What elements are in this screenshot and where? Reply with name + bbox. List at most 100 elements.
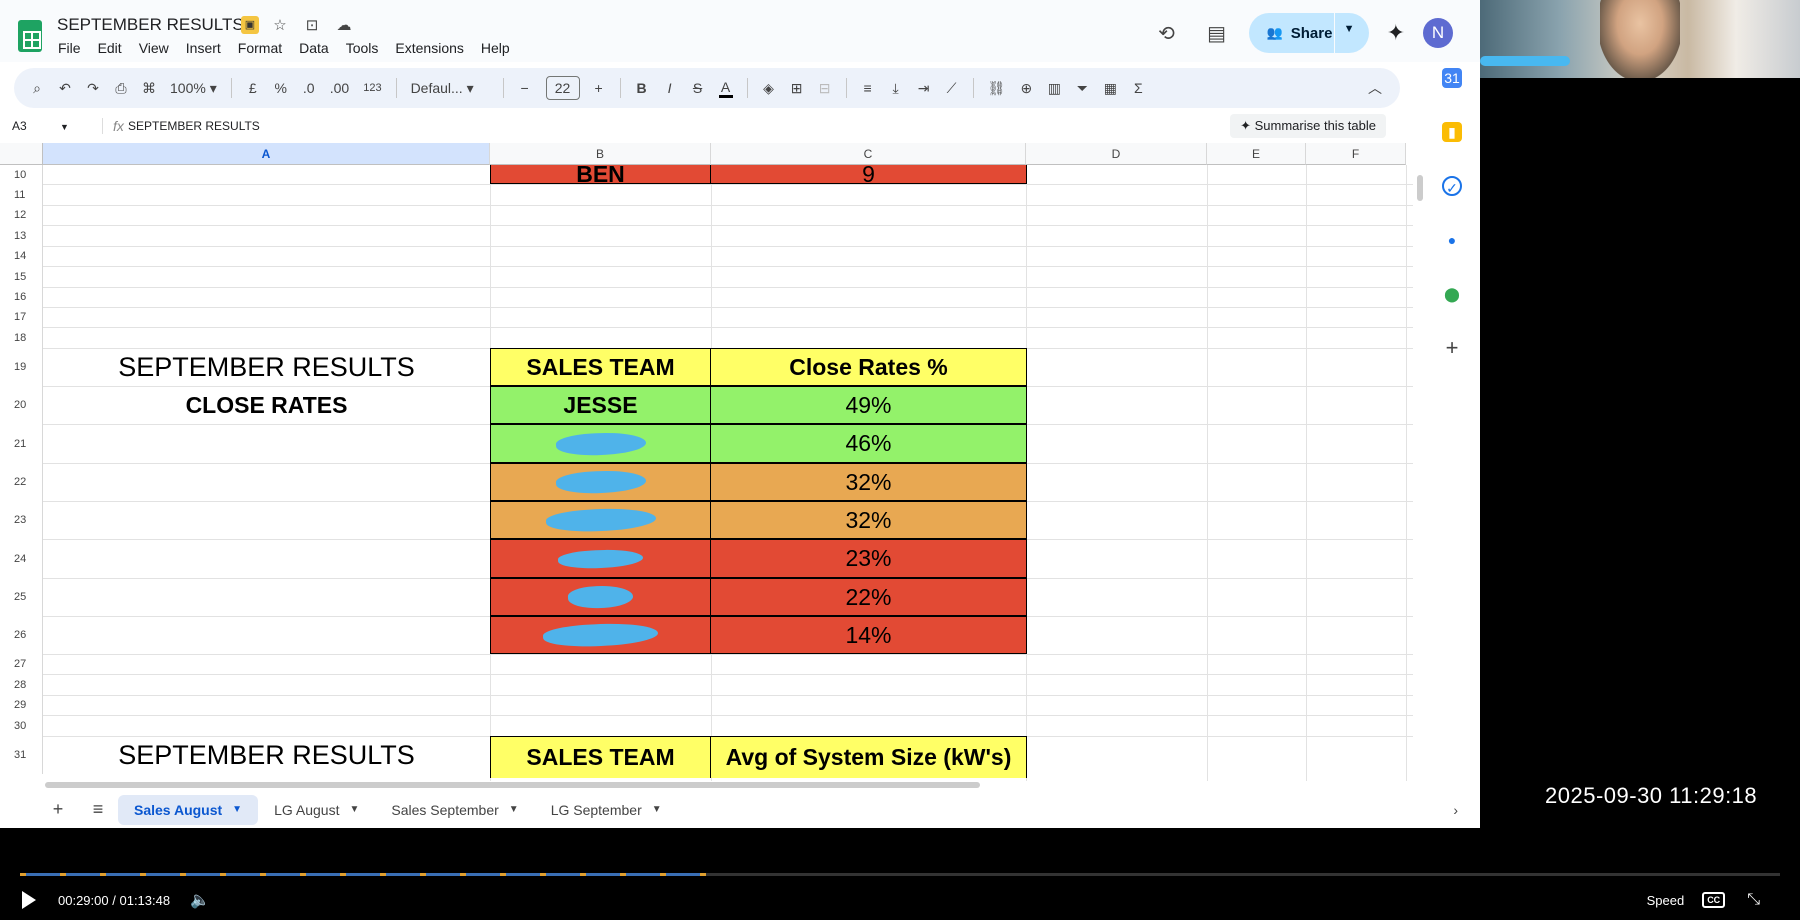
font-select[interactable]: Defaul... ▾ xyxy=(411,80,491,97)
horizontal-align-icon[interactable]: ≡ xyxy=(861,80,875,96)
strikethrough-button[interactable]: S xyxy=(691,80,705,96)
keep-icon[interactable]: ▮ xyxy=(1442,122,1462,142)
row-header[interactable]: 23 xyxy=(0,501,43,539)
redo-icon[interactable]: ↷ xyxy=(86,80,100,97)
block1-header-metric[interactable]: Close Rates % xyxy=(710,348,1027,386)
zoom-select[interactable]: 100% ▾ xyxy=(170,80,217,97)
block1-close-rate[interactable]: 49% xyxy=(710,386,1027,424)
merge-cells-icon[interactable]: ⊟ xyxy=(818,80,832,97)
block1-header-team[interactable]: SALES TEAM xyxy=(490,348,711,386)
row-header[interactable]: 29 xyxy=(0,695,43,715)
tab-menu-icon[interactable]: ▼ xyxy=(509,804,519,815)
video-progress-bar[interactable] xyxy=(20,873,1780,876)
decrease-decimal-button[interactable]: .0 xyxy=(302,80,316,96)
vertical-align-icon[interactable]: ⤓ xyxy=(889,80,903,97)
formula-input[interactable]: SEPTEMBER RESULTS xyxy=(128,119,1230,133)
version-history-icon[interactable]: ⟲ xyxy=(1149,15,1185,51)
insert-link-icon[interactable]: ⛓ xyxy=(988,80,1006,97)
speed-button[interactable]: Speed xyxy=(1647,893,1685,908)
drive-badge-icon[interactable]: ▣ xyxy=(241,16,259,34)
add-sheet-icon[interactable]: + xyxy=(38,799,78,820)
borders-icon[interactable]: ⊞ xyxy=(790,80,804,97)
volume-icon[interactable]: 🔈 xyxy=(190,890,210,910)
all-sheets-icon[interactable]: ≡ xyxy=(78,799,118,820)
print-icon[interactable]: ⎙ xyxy=(114,80,128,97)
tab-lg-september[interactable]: LG September ▼ xyxy=(535,795,678,825)
row-header[interactable]: 11 xyxy=(0,184,43,205)
row-header[interactable]: 17 xyxy=(0,307,43,327)
move-folder-icon[interactable]: ⊡ xyxy=(301,16,323,34)
block2-header-metric[interactable]: Avg of System Size (kW's) xyxy=(710,736,1027,778)
row-header[interactable]: 26 xyxy=(0,616,43,654)
row-header[interactable]: 13 xyxy=(0,225,43,246)
tab-lg-august[interactable]: LG August ▼ xyxy=(258,795,375,825)
font-size-input[interactable]: 22 xyxy=(545,76,580,100)
block1-team-name-redacted[interactable] xyxy=(490,463,711,501)
row-header[interactable]: 14 xyxy=(0,246,43,266)
font-size-decrease-button[interactable]: − xyxy=(518,80,532,96)
more-formats-button[interactable]: 123 xyxy=(363,82,381,94)
block1-team-name-redacted[interactable] xyxy=(490,424,711,463)
tab-menu-icon[interactable]: ▼ xyxy=(652,804,662,815)
contacts-icon[interactable]: ● xyxy=(1442,230,1462,250)
block1-close-rate[interactable]: 14% xyxy=(710,616,1027,654)
row-header[interactable]: 31 xyxy=(0,736,43,774)
cloud-status-icon[interactable]: ☁ xyxy=(333,16,355,34)
row-header[interactable]: 22 xyxy=(0,463,43,501)
row-header[interactable]: 18 xyxy=(0,327,43,348)
block1-close-rate[interactable]: 23% xyxy=(710,539,1027,578)
block1-close-rate[interactable]: 32% xyxy=(710,501,1027,539)
row-header[interactable]: 21 xyxy=(0,424,43,463)
summarise-table-button[interactable]: ✦ Summarise this table xyxy=(1230,114,1386,138)
chevron-right-icon[interactable]: › xyxy=(1453,802,1458,818)
search-menus-icon[interactable]: ⌕ xyxy=(30,80,44,97)
row-header[interactable]: 27 xyxy=(0,654,43,674)
menu-data[interactable]: Data xyxy=(299,40,329,56)
tab-sales-august[interactable]: Sales August ▼ xyxy=(118,794,259,825)
tab-sales-september[interactable]: Sales September ▼ xyxy=(375,795,534,825)
block2-title[interactable]: SEPTEMBER RESULTS xyxy=(43,736,490,774)
tasks-icon[interactable]: ✓ xyxy=(1442,176,1462,196)
avatar[interactable]: N xyxy=(1423,18,1453,48)
vertical-scrollbar[interactable] xyxy=(1417,175,1423,201)
block1-team-name-redacted[interactable] xyxy=(490,578,711,616)
gemini-spark-icon[interactable]: ✦ xyxy=(1387,20,1405,46)
block1-close-rate[interactable]: 32% xyxy=(710,463,1027,501)
column-header-b[interactable]: B xyxy=(490,143,711,165)
calendar-icon[interactable]: 31 xyxy=(1442,68,1462,88)
captions-button[interactable]: CC xyxy=(1702,892,1726,908)
undo-icon[interactable]: ↶ xyxy=(58,80,72,97)
menu-insert[interactable]: Insert xyxy=(186,40,221,56)
document-title[interactable]: SEPTEMBER RESULTS xyxy=(57,15,244,35)
menu-file[interactable]: File xyxy=(58,40,81,56)
column-header-c[interactable]: C xyxy=(711,143,1026,165)
filter-icon[interactable]: ⏷ xyxy=(1075,80,1089,97)
block1-close-rate[interactable]: 46% xyxy=(710,424,1027,463)
text-color-button[interactable]: A xyxy=(718,79,733,98)
block1-close-rate[interactable]: 22% xyxy=(710,578,1027,616)
play-icon[interactable] xyxy=(22,891,36,909)
menu-tools[interactable]: Tools xyxy=(346,40,379,56)
sheets-logo-icon[interactable] xyxy=(18,20,42,52)
column-header-d[interactable]: D xyxy=(1026,143,1207,165)
cell-c10[interactable]: 9 xyxy=(710,165,1027,184)
spreadsheet-grid[interactable]: A B C D E F 10 11 12 13 14 15 16 17 18 1… xyxy=(0,143,1420,781)
row-header[interactable]: 25 xyxy=(0,578,43,616)
block2-header-team[interactable]: SALES TEAM xyxy=(490,736,711,778)
collapse-toolbar-icon[interactable]: ︿ xyxy=(1368,78,1382,98)
menu-edit[interactable]: Edit xyxy=(98,40,122,56)
star-icon[interactable]: ☆ xyxy=(269,16,291,34)
share-dropdown-icon[interactable]: ▼ xyxy=(1344,23,1355,35)
row-header[interactable]: 19 xyxy=(0,348,43,386)
bold-button[interactable]: B xyxy=(635,80,649,96)
text-rotation-icon[interactable]: ⟋ xyxy=(945,80,959,97)
share-button[interactable]: 👥 Share ▼ xyxy=(1248,13,1369,53)
name-box[interactable]: A3 ▼ xyxy=(0,119,90,133)
comments-icon[interactable]: ▤ xyxy=(1199,15,1235,51)
menu-view[interactable]: View xyxy=(139,40,169,56)
maps-icon[interactable]: ⬤ xyxy=(1442,284,1462,304)
horizontal-scrollbar[interactable] xyxy=(45,782,980,788)
currency-format-button[interactable]: £ xyxy=(246,80,260,96)
block1-team-name[interactable]: JESSE xyxy=(490,386,711,424)
percent-format-button[interactable]: % xyxy=(274,80,288,96)
